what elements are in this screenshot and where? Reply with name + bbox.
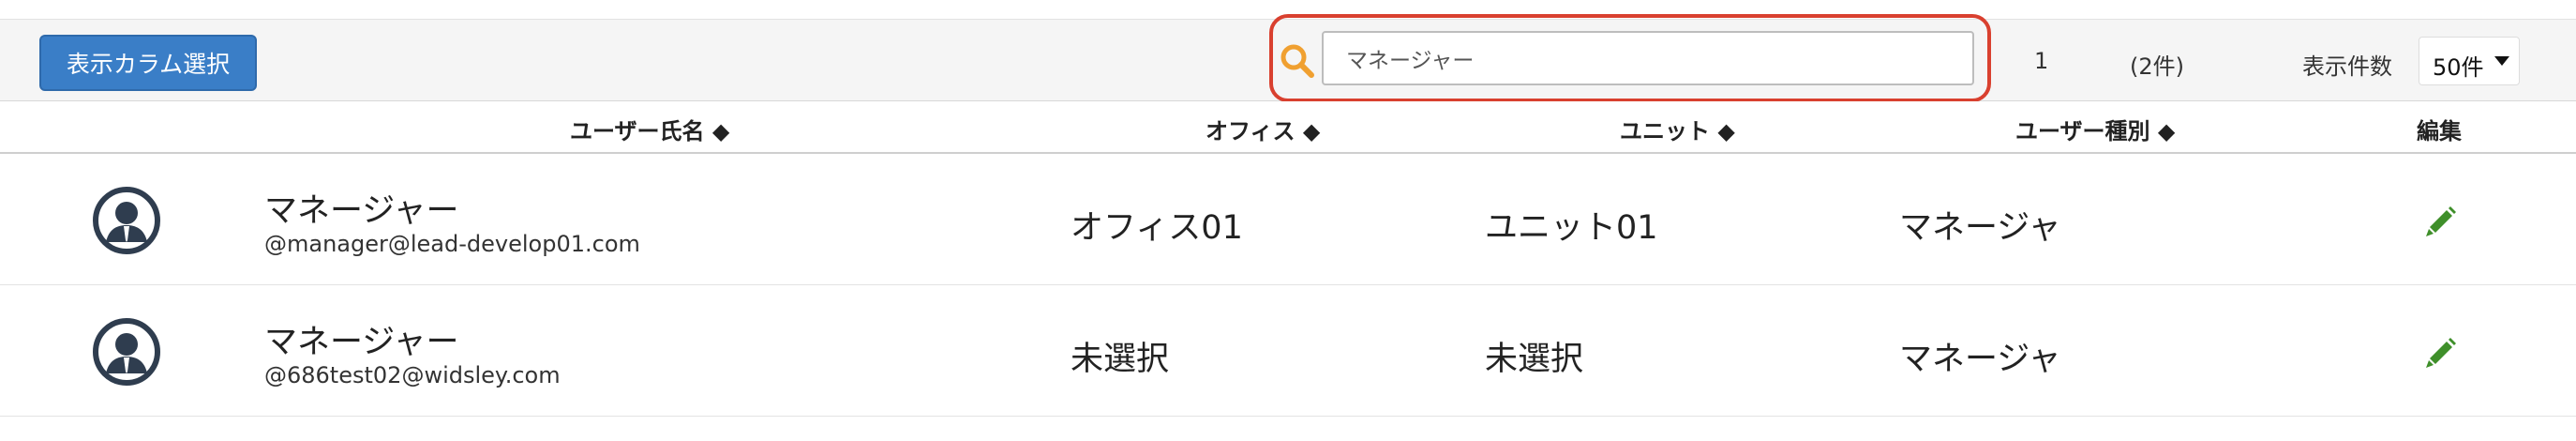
per-page-label: 表示件数	[2302, 53, 2392, 80]
column-header-office[interactable]: オフィス ◆	[1206, 113, 1320, 145]
column-header-user-type[interactable]: ユーザー種別 ◆	[2015, 113, 2175, 145]
user-email: @686test02@widsley.com	[264, 362, 561, 388]
page-number[interactable]: 1	[2034, 48, 2048, 74]
pencil-icon[interactable]	[2424, 205, 2458, 238]
table-row: マネージャー @manager@lead-develop01.com オフィス0…	[0, 154, 2576, 285]
user-list-page: 表示カラム選択 1 (2件) 表示件数 50件 ユーザー氏名 ◆ オフィス ◆ …	[0, 0, 2576, 441]
user-email: @manager@lead-develop01.com	[264, 231, 640, 257]
cell-user-type: マネージャ	[1899, 341, 2061, 378]
search-icon	[1279, 42, 1316, 80]
chevron-down-icon	[2494, 56, 2509, 66]
column-header-edit: 編集	[2417, 118, 2462, 144]
toolbar: 表示カラム選択 1 (2件) 表示件数 50件	[0, 14, 2576, 102]
cell-office: オフィス01	[1071, 209, 1243, 247]
column-select-button[interactable]: 表示カラム選択	[39, 35, 257, 91]
column-header-user-name[interactable]: ユーザー氏名 ◆	[570, 113, 729, 145]
per-page-select[interactable]: 50件	[2419, 37, 2520, 85]
cell-unit: 未選択	[1485, 341, 1584, 378]
user-avatar-icon	[92, 317, 161, 387]
table-header: ユーザー氏名 ◆ オフィス ◆ ユニット ◆ ユーザー種別 ◆ 編集	[0, 101, 2576, 154]
cell-user-type: マネージャ	[1899, 209, 2061, 247]
cell-office: 未選択	[1071, 341, 1170, 378]
user-avatar-icon	[92, 186, 161, 255]
result-count: (2件)	[2130, 53, 2184, 80]
cell-unit: ユニット01	[1485, 209, 1658, 247]
column-header-unit[interactable]: ユニット ◆	[1620, 113, 1735, 145]
per-page-value: 50件	[2433, 54, 2484, 81]
table-row: マネージャー @686test02@widsley.com 未選択 未選択 マネ…	[0, 285, 2576, 417]
user-name[interactable]: マネージャー	[264, 184, 459, 232]
search-input[interactable]	[1322, 31, 1974, 85]
pencil-icon[interactable]	[2424, 336, 2458, 370]
user-name[interactable]: マネージャー	[264, 315, 459, 363]
